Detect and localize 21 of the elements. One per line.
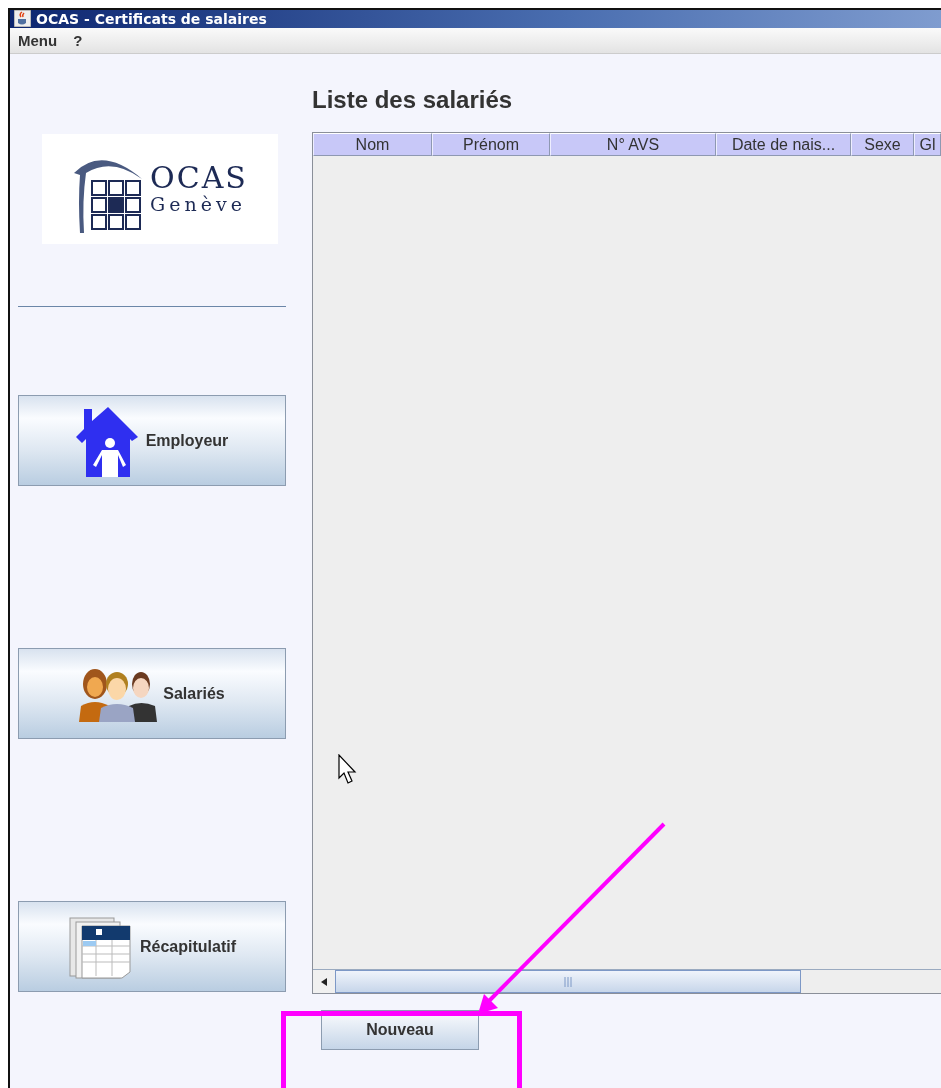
column-header[interactable]: Date de nais... bbox=[716, 133, 851, 156]
logo-subtitle: Genève bbox=[150, 193, 247, 215]
logo-name: OCAS bbox=[150, 163, 248, 193]
menu-item[interactable]: ? bbox=[73, 31, 83, 49]
sidebar-button[interactable]: Récapitulatif bbox=[18, 901, 286, 992]
column-header[interactable]: Sexe bbox=[851, 133, 914, 156]
house-person-icon bbox=[75, 404, 140, 477]
window-title: OCAS - Certificats de salaires bbox=[36, 10, 267, 27]
column-header[interactable]: Prénom bbox=[432, 133, 550, 156]
column-header[interactable]: N° AVS bbox=[550, 133, 716, 156]
sidebar-button[interactable]: Salariés bbox=[18, 648, 286, 739]
page-heading: Liste des salariés bbox=[312, 86, 514, 114]
sidebar-button[interactable]: Employeur bbox=[18, 395, 286, 486]
new-button[interactable]: Nouveau bbox=[321, 1010, 479, 1050]
column-header[interactable]: Gl bbox=[914, 133, 941, 156]
horizontal-scrollbar[interactable] bbox=[313, 969, 941, 993]
scroll-thumb[interactable] bbox=[335, 970, 801, 993]
java-cup-icon bbox=[14, 10, 31, 28]
column-header[interactable]: Nom bbox=[313, 133, 432, 156]
mouse-cursor-icon bbox=[338, 754, 358, 786]
menu-item[interactable]: Menu bbox=[18, 31, 58, 49]
